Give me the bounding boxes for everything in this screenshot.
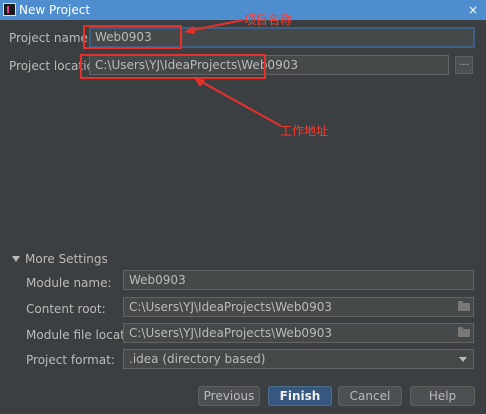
folder-icon[interactable] (458, 301, 470, 311)
project-format-label: Project format: (26, 353, 115, 367)
arrow-to-project-name (187, 19, 244, 32)
project-format-value: .idea (directory based) (129, 352, 266, 366)
more-settings-toggle[interactable]: More Settings (25, 251, 108, 267)
module-file-location-input[interactable]: C:\Users\YJ\IdeaProjects\Web0903 (123, 323, 474, 343)
help-button[interactable]: Help (410, 386, 475, 406)
new-project-dialog: New Project × Project name: Web0903 Proj… (0, 0, 486, 414)
project-format-select[interactable]: .idea (directory based) (123, 349, 474, 369)
arrowhead-project-name (184, 26, 195, 34)
module-name-label: Module name: (26, 276, 112, 290)
annotation-project-name: 项目名称 (244, 13, 293, 27)
content-root-input[interactable]: C:\Users\YJ\IdeaProjects\Web0903 (123, 297, 474, 317)
previous-button[interactable]: Previous (198, 386, 260, 406)
finish-button[interactable]: Finish (268, 386, 332, 406)
arrow-to-project-location (199, 80, 282, 127)
folder-icon[interactable] (458, 327, 470, 337)
chevron-down-icon (459, 357, 467, 362)
cancel-button[interactable]: Cancel (338, 386, 402, 406)
more-settings-expand-icon[interactable] (12, 256, 20, 262)
content-root-label: Content root: (26, 302, 106, 316)
annotation-work-location: 工作地址 (280, 124, 329, 138)
module-name-input[interactable]: Web0903 (123, 270, 474, 290)
